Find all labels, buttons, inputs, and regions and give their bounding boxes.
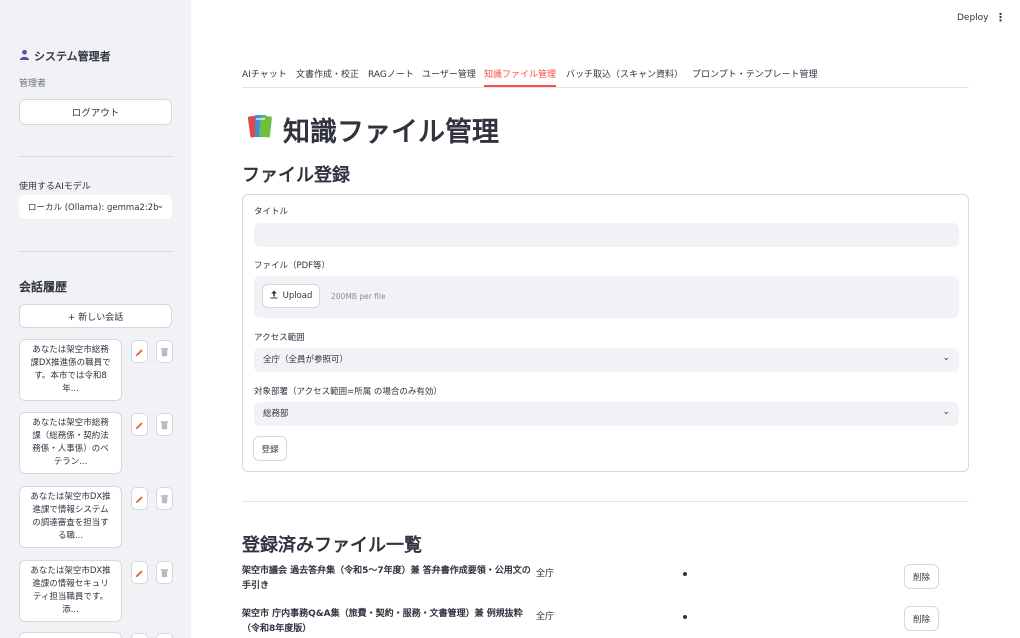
pencil-icon [135, 489, 144, 508]
edit-button[interactable] [131, 561, 148, 584]
tab-rag-note[interactable]: RAGノート [368, 67, 414, 87]
history-item[interactable]: あなたは架空市総務 課（総務係・契約法 務係・人事係）のベ テラン... [19, 412, 122, 474]
model-value: ローカル (Ollama): gemma2:2b [28, 203, 159, 213]
trash-icon [160, 342, 169, 361]
tab-prompt-templates[interactable]: プロンプト・テンプレート管理 [692, 67, 817, 87]
trash-icon [160, 415, 169, 434]
title-input[interactable] [254, 223, 959, 247]
delete-button[interactable] [156, 561, 173, 584]
delete-button[interactable] [156, 487, 173, 510]
edit-button[interactable] [131, 413, 148, 436]
kebab-menu-icon[interactable]: ⋮ [995, 11, 1006, 24]
page-title-text: 知識ファイル管理 [283, 117, 499, 148]
tab-user-admin[interactable]: ユーザー管理 [422, 67, 476, 87]
dept-label: 対象部署（アクセス範囲=所属 の場合のみ有効） [254, 387, 442, 397]
delete-button[interactable] [156, 413, 173, 436]
edit-button[interactable] [131, 487, 148, 510]
delete-file-button[interactable]: 削除 [904, 564, 939, 589]
upload-label: Upload [282, 291, 313, 301]
file-label: ファイル（PDF等） [254, 261, 331, 271]
dept-value: 総務部 [263, 409, 289, 419]
tab-knowledge-files[interactable]: 知識ファイル管理 [484, 67, 557, 87]
history-item-partial[interactable] [19, 632, 122, 638]
upload-button[interactable]: Upload [262, 284, 320, 308]
delete-button[interactable] [156, 340, 173, 363]
pencil-icon [135, 415, 144, 434]
model-label: 使用するAIモデル [19, 182, 91, 192]
pencil-icon [135, 342, 144, 361]
chevron-down-icon: ⌄ [942, 407, 950, 417]
user-name: システム管理者 [34, 50, 111, 63]
chevron-down-icon: ⌄ [156, 201, 164, 211]
divider [19, 156, 172, 157]
history-item[interactable]: あなたは架空市総務 課DX推進係の職員で す。本市では令和8 年... [19, 339, 122, 401]
logout-button[interactable]: ログアウト [19, 99, 172, 125]
user-role: 管理者 [19, 79, 47, 89]
tab-bar: AIチャット 文書作成・校正 RAGノート ユーザー管理 知識ファイル管理 バッ… [242, 67, 969, 88]
history-item[interactable]: あなたは架空市DX推 進課の情報セキュリ ティ担当職員です。 添... [19, 560, 122, 622]
file-name: 架空市議会 過去答弁集（令和5〜7年度）兼 答弁書作成要領・公用文の手引き [242, 566, 531, 591]
tab-batch-import[interactable]: バッチ取込（スキャン資料） [566, 67, 683, 87]
section-register-title: ファイル登録 [242, 165, 350, 186]
bullet [683, 572, 687, 576]
pencil-icon [135, 563, 144, 582]
upload-hint: 200MB per file [331, 292, 386, 301]
register-button[interactable]: 登録 [253, 436, 287, 461]
delete-button[interactable] [156, 633, 173, 638]
file-scope: 全庁 [536, 569, 555, 579]
bullet [683, 615, 687, 619]
trash-icon [160, 563, 169, 582]
tab-ai-chat[interactable]: AIチャット [242, 67, 287, 87]
divider [242, 501, 969, 502]
chevron-down-icon: ⌄ [942, 353, 950, 363]
sidebar: システム管理者 管理者 ログアウト 使用するAIモデル ローカル (Ollama… [0, 0, 191, 638]
model-select[interactable]: ローカル (Ollama): gemma2:2b ⌄ [19, 195, 172, 219]
access-label: アクセス範囲 [254, 333, 305, 343]
access-select[interactable]: 全庁（全員が参照可） ⌄ [254, 348, 959, 372]
register-form: タイトル ファイル（PDF等） Upload 200MB per file アク… [242, 194, 969, 472]
section-list-title: 登録済みファイル一覧 [242, 535, 422, 556]
dept-select[interactable]: 総務部 ⌄ [254, 402, 959, 426]
new-chat-button[interactable]: + 新しい会話 [19, 304, 172, 328]
upload-icon [270, 290, 278, 302]
file-name: 架空市 庁内事務Q&A集（旅費・契約・服務・文書管理）兼 例規抜粋（令和8年度版… [242, 609, 523, 634]
file-scope: 全庁 [536, 612, 555, 622]
edit-button[interactable] [131, 633, 148, 638]
user-info: システム管理者 [19, 48, 111, 64]
user-icon [19, 49, 30, 63]
history-title: 会話履歴 [19, 280, 68, 294]
title-label: タイトル [254, 207, 289, 217]
file-dropzone[interactable]: Upload 200MB per file [254, 276, 959, 318]
books-icon [245, 111, 275, 148]
edit-button[interactable] [131, 340, 148, 363]
deploy-button[interactable]: Deploy [957, 13, 989, 23]
page-title: 知識ファイル管理 [245, 110, 499, 149]
access-value: 全庁（全員が参照可） [263, 355, 349, 365]
trash-icon [160, 489, 169, 508]
history-item[interactable]: あなたは架空市DX推 進課で情報システム の調達審査を担当す る職... [19, 486, 122, 548]
delete-file-button[interactable]: 削除 [904, 606, 939, 631]
tab-document[interactable]: 文書作成・校正 [296, 67, 359, 87]
divider [19, 251, 172, 252]
